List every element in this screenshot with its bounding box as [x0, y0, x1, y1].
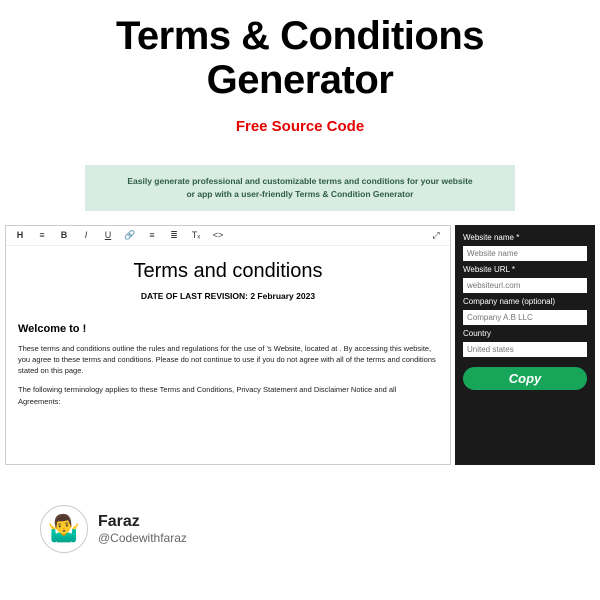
subtitle: Free Source Code: [0, 118, 600, 135]
title-line2: Generator: [0, 58, 600, 102]
page-title: Terms & Conditions Generator: [0, 0, 600, 102]
align-button[interactable]: ≡: [36, 230, 48, 240]
author-name: Faraz: [98, 513, 187, 531]
website-url-input[interactable]: [463, 278, 587, 293]
expand-icon[interactable]: ⤢: [430, 230, 442, 241]
company-name-input[interactable]: [463, 310, 587, 325]
form-sidebar: Website name * Website URL * Company nam…: [455, 225, 595, 465]
author-info: Faraz @Codewithfaraz: [98, 513, 187, 545]
website-url-label: Website URL *: [463, 265, 587, 274]
content-p1: These terms and conditions outline the r…: [18, 343, 438, 377]
editor-body[interactable]: Terms and conditions DATE OF LAST REVISI…: [6, 246, 450, 427]
content-date: DATE OF LAST REVISION: 2 February 2023: [18, 291, 438, 301]
editor-panel: H ≡ B I U 🔗 ≡ ≣ Tₓ <> ⤢ Terms and condit…: [5, 225, 451, 465]
underline-button[interactable]: U: [102, 230, 114, 240]
app-container: H ≡ B I U 🔗 ≡ ≣ Tₓ <> ⤢ Terms and condit…: [0, 225, 600, 465]
country-input[interactable]: [463, 342, 587, 357]
copy-button[interactable]: Copy: [463, 367, 587, 390]
content-p2: The following terminology applies to the…: [18, 384, 438, 407]
info-banner: Easily generate professional and customi…: [85, 165, 515, 211]
italic-button[interactable]: I: [80, 230, 92, 240]
list-ol-icon[interactable]: ≣: [168, 230, 180, 241]
author-handle: @Codewithfaraz: [98, 531, 187, 545]
bold-button[interactable]: B: [58, 230, 70, 240]
country-label: Country: [463, 329, 587, 338]
website-name-input[interactable]: [463, 246, 587, 261]
editor-toolbar: H ≡ B I U 🔗 ≡ ≣ Tₓ <> ⤢: [6, 226, 450, 246]
title-line1: Terms & Conditions: [0, 14, 600, 58]
company-name-label: Company name (optional): [463, 297, 587, 306]
website-name-label: Website name *: [463, 233, 587, 242]
clear-format-button[interactable]: Tₓ: [190, 230, 202, 240]
avatar: 🤷‍♂️: [40, 505, 88, 553]
code-button[interactable]: <>: [212, 230, 224, 240]
content-welcome: Welcome to !: [18, 323, 438, 335]
list-ul-icon[interactable]: ≡: [146, 230, 158, 240]
heading-button[interactable]: H: [14, 230, 26, 240]
author-footer: 🤷‍♂️ Faraz @Codewithfaraz: [0, 505, 600, 553]
link-icon[interactable]: 🔗: [124, 230, 136, 241]
content-title: Terms and conditions: [18, 260, 438, 283]
